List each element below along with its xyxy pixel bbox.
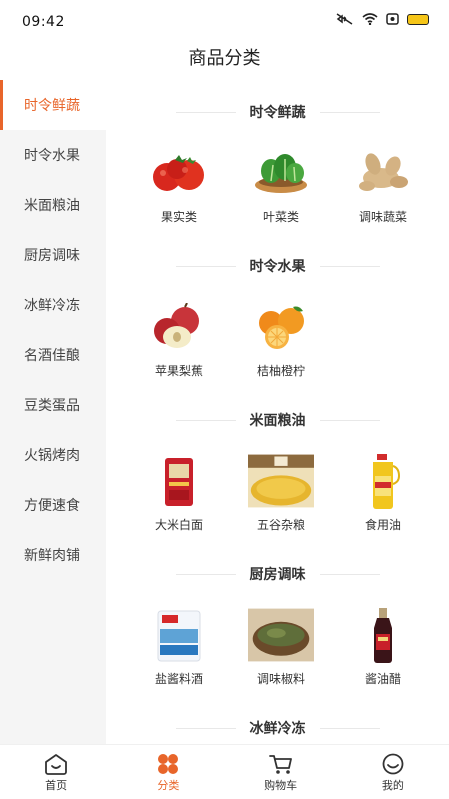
- subcategory-label: 苹果梨蕉: [154, 364, 203, 378]
- tab-label: 分类: [157, 779, 180, 792]
- section-header: 米面粮油: [106, 388, 449, 452]
- subcategory-item[interactable]: 桔柚橙柠: [230, 298, 332, 388]
- subcategory-label: 盐酱料酒: [154, 672, 203, 686]
- divider: [175, 573, 236, 575]
- category-icon: [158, 754, 179, 774]
- section-title: 厨房调味: [249, 567, 306, 583]
- apple-image: [146, 298, 212, 356]
- ginger-image: [350, 144, 416, 202]
- subcategory-label: 果实类: [160, 210, 197, 224]
- tab-label: 首页: [45, 779, 68, 792]
- tab-category[interactable]: 分类: [112, 745, 224, 799]
- screen-record-icon: [386, 13, 399, 25]
- oil-bottle-image: [350, 452, 416, 510]
- section-title: 米面粮油: [249, 413, 306, 429]
- subcategory-label: 酱油醋: [364, 672, 401, 686]
- battery-icon: [407, 13, 429, 25]
- tab-profile[interactable]: 我的: [337, 745, 449, 799]
- home-icon: [45, 754, 68, 775]
- divider: [175, 111, 236, 113]
- divider: [175, 419, 236, 421]
- tab-label: 我的: [381, 779, 404, 792]
- subcategory-item[interactable]: 酱油醋: [332, 606, 434, 696]
- sidebar-item-seasonal-fruit[interactable]: 时令水果: [0, 130, 106, 180]
- grain-image: [248, 452, 314, 510]
- sidebar-item-instant-food[interactable]: 方便速食: [0, 480, 106, 530]
- salt-bag-image: [146, 606, 212, 664]
- profile-icon: [382, 753, 404, 775]
- sidebar-item-frozen[interactable]: 冰鲜冷冻: [0, 280, 106, 330]
- sidebar-item-hotpot-bbq[interactable]: 火锅烤肉: [0, 430, 106, 480]
- page-title: 商品分类: [188, 48, 261, 69]
- tab-home[interactable]: 首页: [0, 745, 112, 799]
- subcategory-item[interactable]: 苹果梨蕉: [128, 298, 230, 388]
- subcategory-label: 调味蔬菜: [358, 210, 407, 224]
- subcategory-label: 调味椒料: [256, 672, 305, 686]
- sidebar-item-beans-eggs[interactable]: 豆类蛋品: [0, 380, 106, 430]
- subcategory-item[interactable]: 调味椒料: [230, 606, 332, 696]
- tab-label: 购物车: [264, 779, 298, 792]
- subcategory-grid: 果实类 叶菜类 调味蔬菜: [106, 144, 449, 234]
- sidebar-item-seasonal-vegetables[interactable]: 时令鲜蔬: [0, 80, 106, 130]
- divider: [319, 573, 380, 575]
- leafy-greens-image: [248, 144, 314, 202]
- subcategory-item[interactable]: 食用油: [332, 452, 434, 542]
- cart-icon: [268, 755, 292, 774]
- section-header: 时令水果: [106, 234, 449, 298]
- pepper-bowl-image: [248, 606, 314, 664]
- divider: [319, 419, 380, 421]
- category-sidebar: 时令鲜蔬 时令水果 米面粮油 厨房调味 冰鲜冷冻 名酒佳酿 豆类蛋品 火锅烤肉 …: [0, 80, 106, 744]
- subcategory-label: 大米白面: [154, 518, 203, 532]
- divider: [175, 265, 236, 267]
- orange-image: [248, 298, 314, 356]
- subcategory-item[interactable]: 叶菜类: [230, 144, 332, 234]
- subcategory-item[interactable]: 盐酱料酒: [128, 606, 230, 696]
- section-header: 时令鲜蔬: [106, 80, 449, 144]
- subcategory-grid: 苹果梨蕉 桔柚橙柠: [106, 298, 449, 388]
- status-icons: [336, 13, 429, 25]
- sidebar-item-fresh-meat[interactable]: 新鲜肉铺: [0, 530, 106, 580]
- subcategory-item[interactable]: 大米白面: [128, 452, 230, 542]
- status-time: 09:42: [22, 14, 65, 30]
- subcategory-label: 叶菜类: [262, 210, 299, 224]
- subcategory-label: 桔柚橙柠: [256, 364, 305, 378]
- status-bar: 09:42: [0, 0, 449, 40]
- tomato-image: [146, 144, 212, 202]
- section-title: 时令鲜蔬: [249, 105, 306, 121]
- sidebar-item-kitchen-seasoning[interactable]: 厨房调味: [0, 230, 106, 280]
- subcategory-item[interactable]: 果实类: [128, 144, 230, 234]
- subcategory-grid: 盐酱料酒 调味椒料 酱油醋: [106, 606, 449, 696]
- tab-cart[interactable]: 购物车: [225, 745, 337, 799]
- rice-bag-image: [146, 452, 212, 510]
- subcategory-label: 五谷杂粮: [256, 518, 305, 532]
- sidebar-item-grain-oil[interactable]: 米面粮油: [0, 180, 106, 230]
- wifi-icon: [362, 13, 378, 25]
- subcategory-grid: 大米白面 五谷杂粮 食用油: [106, 452, 449, 542]
- category-content: 时令鲜蔬 果实类 叶菜类 调味蔬菜 时令水果 苹果梨蕉 桔柚橙柠 米面粮油 大米…: [106, 80, 449, 744]
- divider: [319, 727, 380, 729]
- soy-sauce-image: [350, 606, 416, 664]
- subcategory-item[interactable]: 五谷杂粮: [230, 452, 332, 542]
- section-header: 冰鲜冷冻: [106, 696, 449, 744]
- section-title: 冰鲜冷冻: [249, 721, 306, 737]
- sidebar-item-liquor[interactable]: 名酒佳酿: [0, 330, 106, 380]
- subcategory-label: 食用油: [364, 518, 401, 532]
- divider: [319, 111, 380, 113]
- bottom-tab-bar: 首页 分类 购物车 我的: [0, 744, 449, 799]
- section-title: 时令水果: [249, 259, 306, 275]
- divider: [175, 727, 236, 729]
- subcategory-item[interactable]: 调味蔬菜: [332, 144, 434, 234]
- divider: [319, 265, 380, 267]
- section-header: 厨房调味: [106, 542, 449, 606]
- mute-icon: [336, 13, 353, 25]
